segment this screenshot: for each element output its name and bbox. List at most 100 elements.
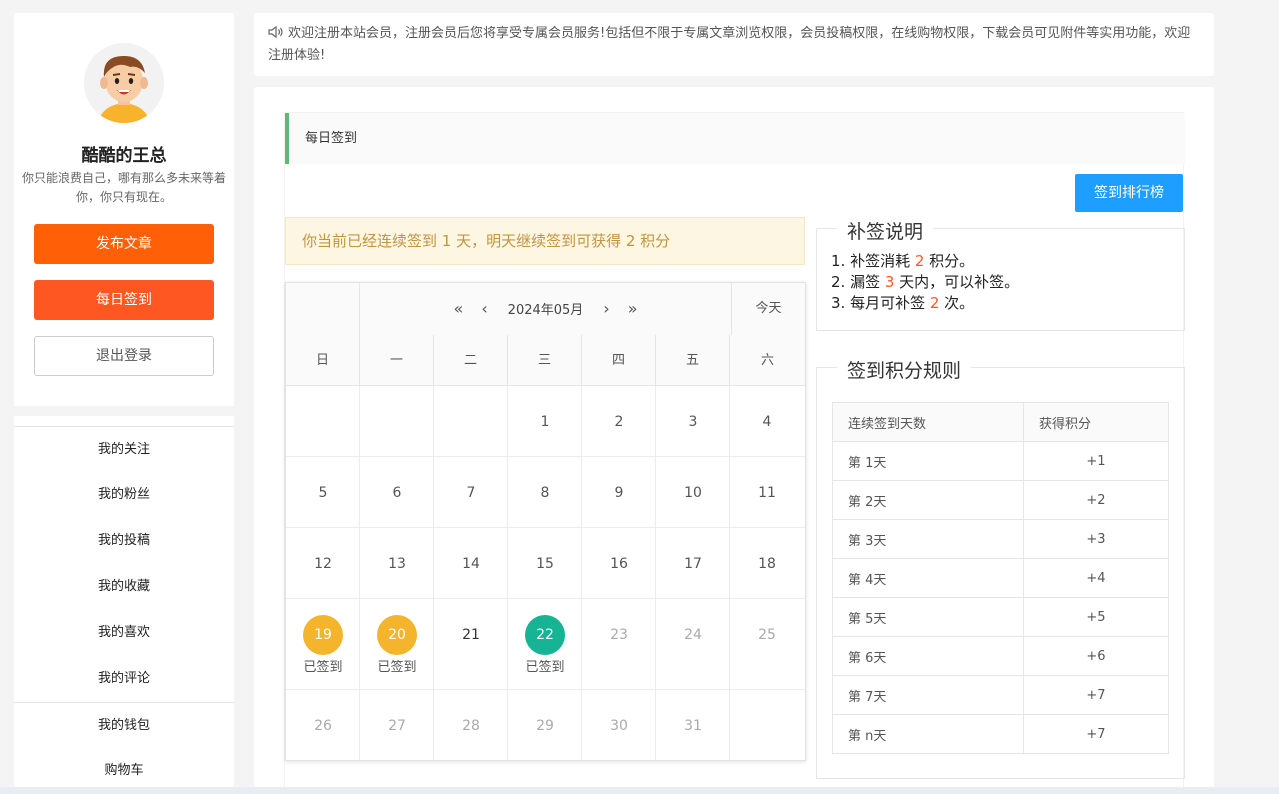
table-cell: +1 — [1023, 441, 1169, 481]
rule-text: 1. 补签消耗 — [831, 252, 915, 270]
calendar-day[interactable]: 3 — [656, 386, 730, 457]
menu-item-fans[interactable]: 我的粉丝 — [14, 480, 234, 510]
next-year-icon[interactable]: » — [622, 283, 644, 335]
table-cell: +4 — [1023, 558, 1169, 598]
column-header: 获得积分 — [1023, 402, 1169, 442]
calendar-day[interactable]: 1 — [508, 386, 582, 457]
table-cell: +7 — [1023, 675, 1169, 715]
signed-label: 已签到 — [377, 660, 417, 675]
sign-ranking-button[interactable]: 签到排行榜 — [1075, 174, 1183, 212]
calendar-day-signed[interactable]: 20 已签到 — [360, 599, 434, 690]
prev-month-icon[interactable]: ‹ — [474, 283, 496, 335]
calendar-day[interactable]: 25 — [730, 599, 805, 690]
table-cell: 第 3天 — [832, 519, 1024, 559]
menu-item-wallet[interactable]: 我的钱包 — [14, 711, 234, 741]
notice-text: 欢迎注册本站会员，注册会员后您将享受专属会员服务!包括但不限于专属文章浏览权限，… — [268, 26, 1191, 63]
weekday-label: 五 — [656, 335, 730, 386]
speaker-icon — [268, 25, 283, 39]
calendar-day[interactable]: 14 — [434, 528, 508, 599]
next-month-icon[interactable]: › — [595, 283, 617, 335]
user-bio: 你只能浪费自己，哪有那么多未来等着你，你只有现在。 — [21, 171, 226, 204]
calendar-day[interactable]: 18 — [730, 528, 805, 599]
streak-message: 你当前已经连续签到 1 天，明天继续签到可获得 2 积分 — [285, 217, 805, 265]
table-cell: 第 6天 — [832, 636, 1024, 676]
menu-item-cart[interactable]: 购物车 — [14, 756, 234, 786]
table-cell: +7 — [1023, 714, 1169, 754]
publish-article-button[interactable]: 发布文章 — [34, 224, 214, 264]
rule-number: 2 — [929, 294, 940, 312]
calendar-day[interactable]: 28 — [434, 690, 508, 761]
table-cell: 第 n天 — [832, 714, 1024, 754]
calendar-day[interactable]: 12 — [286, 528, 360, 599]
table-cell: +3 — [1023, 519, 1169, 559]
calendar-day[interactable]: 21 — [434, 599, 508, 690]
table-cell: +5 — [1023, 597, 1169, 637]
calendar-day[interactable]: 11 — [730, 457, 805, 528]
calendar-empty-cell — [730, 690, 805, 761]
calendar-day[interactable]: 9 — [582, 457, 656, 528]
calendar-day[interactable]: 8 — [508, 457, 582, 528]
makeup-rules-list: 1. 补签消耗 2 积分。 2. 漏签 3 天内，可以补签。 3. 每月可补签 … — [831, 251, 1019, 314]
signed-label: 已签到 — [525, 660, 565, 675]
weekday-label: 二 — [434, 335, 508, 386]
calendar-day[interactable]: 29 — [508, 690, 582, 761]
menu-item-favorites[interactable]: 我的收藏 — [14, 572, 234, 602]
calendar-nav: « ‹ 2024年05月 › » — [360, 283, 731, 335]
calendar-day[interactable]: 4 — [730, 386, 805, 457]
calendar-day[interactable]: 15 — [508, 528, 582, 599]
calendar-day[interactable]: 7 — [434, 457, 508, 528]
avatar-face-icon — [84, 43, 164, 123]
weekday-label: 四 — [582, 335, 656, 386]
sign-calendar: « ‹ 2024年05月 › » 今天 日 一 二 三 四 五 六 1 2 3 … — [285, 282, 806, 761]
table-row: 第 2天 +2 — [832, 480, 1169, 520]
calendar-day[interactable]: 17 — [656, 528, 730, 599]
calendar-day-today[interactable]: 22 已签到 — [508, 599, 582, 690]
rule-text: 3. 每月可补签 — [831, 294, 930, 312]
logout-button[interactable]: 退出登录 — [34, 336, 214, 376]
menu-divider — [14, 426, 234, 427]
calendar-day[interactable]: 31 — [656, 690, 730, 761]
calendar-day[interactable]: 24 — [656, 599, 730, 690]
table-row: 第 3天 +3 — [832, 519, 1169, 559]
calendar-day[interactable]: 10 — [656, 457, 730, 528]
calendar-header: « ‹ 2024年05月 › » 今天 — [286, 283, 805, 335]
menu-item-submissions[interactable]: 我的投稿 — [14, 526, 234, 556]
avatar[interactable] — [84, 43, 164, 123]
calendar-day[interactable]: 5 — [286, 457, 360, 528]
calendar-day[interactable]: 23 — [582, 599, 656, 690]
calendar-day[interactable]: 2 — [582, 386, 656, 457]
calendar-day[interactable]: 27 — [360, 690, 434, 761]
calendar-empty-cell — [434, 386, 508, 457]
table-cell: 第 4天 — [832, 558, 1024, 598]
makeup-rules-box: 补签说明 1. 补签消耗 2 积分。 2. 漏签 3 天内，可以补签。 3. 每… — [816, 217, 1185, 331]
calendar-day[interactable]: 13 — [360, 528, 434, 599]
daily-sign-button[interactable]: 每日签到 — [34, 280, 214, 320]
makeup-rules-title: 补签说明 — [837, 217, 934, 244]
calendar-day[interactable]: 16 — [582, 528, 656, 599]
menu-item-following[interactable]: 我的关注 — [14, 435, 234, 465]
section-title: 每日签到 — [285, 113, 1185, 164]
rule-number: 2 — [914, 252, 925, 270]
table-row: 第 7天 +7 — [832, 675, 1169, 715]
column-header: 连续签到天数 — [832, 402, 1024, 442]
rule-text: 2. 漏签 — [831, 273, 885, 291]
main-panel: 每日签到 签到排行榜 你当前已经连续签到 1 天，明天继续签到可获得 2 积分 … — [254, 87, 1214, 794]
calendar-day[interactable]: 30 — [582, 690, 656, 761]
menu-item-comments[interactable]: 我的评论 — [14, 664, 234, 694]
rule-number: 3 — [884, 273, 895, 291]
table-row: 第 1天 +1 — [832, 441, 1169, 481]
table-row: 第 6天 +6 — [832, 636, 1169, 676]
signed-label: 已签到 — [303, 660, 343, 675]
calendar-day-signed[interactable]: 19 已签到 — [286, 599, 360, 690]
menu-item-likes[interactable]: 我的喜欢 — [14, 618, 234, 648]
prev-year-icon[interactable]: « — [447, 283, 469, 335]
weekday-label: 日 — [286, 335, 360, 386]
weekday-row: 日 一 二 三 四 五 六 — [286, 335, 805, 386]
user-menu: 我的关注 我的粉丝 我的投稿 我的收藏 我的喜欢 我的评论 我的钱包 购物车 — [14, 416, 234, 794]
calendar-day[interactable]: 6 — [360, 457, 434, 528]
rule-text: 次。 — [939, 294, 975, 312]
makeup-rule-3: 3. 每月可补签 2 次。 — [831, 293, 1019, 314]
calendar-day[interactable]: 26 — [286, 690, 360, 761]
points-rules-box: 签到积分规则 连续签到天数 获得积分 第 1天 +1 第 2天 +2 第 3天 +3 … — [816, 356, 1185, 779]
today-button[interactable]: 今天 — [731, 283, 805, 335]
